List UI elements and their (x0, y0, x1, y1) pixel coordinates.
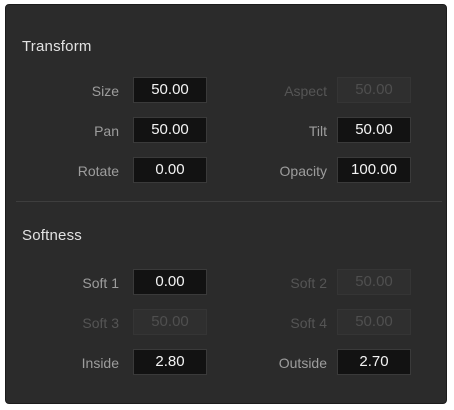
softness-row-soft3-soft4: Soft 3 50.00 Soft 4 50.00 (6, 309, 448, 337)
aspect-field: 50.00 (337, 77, 411, 103)
size-label: Size (91, 83, 119, 99)
rotate-field[interactable]: 0.00 (133, 157, 207, 183)
transform-row-size-aspect: Size 50.00 Aspect 50.00 (6, 77, 448, 105)
softness-row-soft1-soft2: Soft 1 0.00 Soft 2 50.00 (6, 269, 448, 297)
transform-row-rotate-opacity: Rotate 0.00 Opacity 100.00 (6, 157, 448, 185)
size-field[interactable]: 50.00 (133, 77, 207, 103)
rotate-label: Rotate (77, 163, 119, 179)
pan-field[interactable]: 50.00 (133, 117, 207, 143)
section-divider (16, 201, 442, 202)
opacity-field[interactable]: 100.00 (337, 157, 411, 183)
soft3-field: 50.00 (133, 309, 207, 335)
aspect-label: Aspect (284, 83, 327, 99)
tilt-field[interactable]: 50.00 (337, 117, 411, 143)
soft1-label: Soft 1 (82, 275, 119, 291)
soft4-field: 50.00 (337, 309, 411, 335)
outside-label: Outside (278, 355, 327, 371)
soft3-label: Soft 3 (82, 315, 119, 331)
inspector-panel: Transform Size 50.00 Aspect 50.00 Pan 50… (5, 4, 447, 404)
transform-row-pan-tilt: Pan 50.00 Tilt 50.00 (6, 117, 448, 145)
soft1-field[interactable]: 0.00 (133, 269, 207, 295)
inside-field[interactable]: 2.80 (133, 349, 207, 375)
softness-section-title: Softness (22, 227, 82, 244)
outside-field[interactable]: 2.70 (337, 349, 411, 375)
pan-label: Pan (94, 123, 119, 139)
soft2-field: 50.00 (337, 269, 411, 295)
soft2-label: Soft 2 (290, 275, 327, 291)
opacity-label: Opacity (279, 163, 327, 179)
soft4-label: Soft 4 (290, 315, 327, 331)
tilt-label: Tilt (308, 123, 327, 139)
transform-section-title: Transform (22, 38, 92, 55)
softness-row-inside-outside: Inside 2.80 Outside 2.70 (6, 349, 448, 377)
inside-label: Inside (81, 355, 119, 371)
